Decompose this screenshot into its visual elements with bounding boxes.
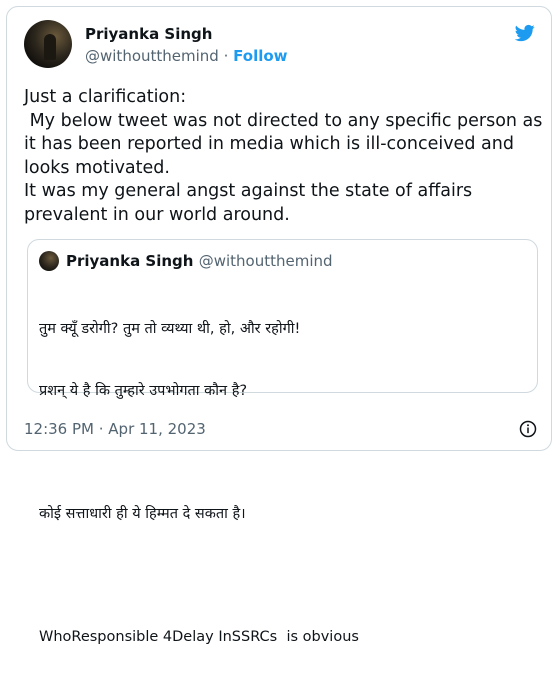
follow-button[interactable]: Follow	[233, 47, 287, 65]
quoted-body: तुम क्यूँ डरोगी? तुम तो व्यथ्या थी, हो, …	[39, 278, 529, 688]
quoted-author: Priyanka Singh @withoutthemind	[66, 252, 333, 270]
quoted-line: प्रशन् ये है कि तुम्हारे उपभोगता कौन है?	[39, 382, 248, 399]
quoted-author-handle: @withoutthemind	[198, 252, 333, 270]
author-name[interactable]: Priyanka Singh	[85, 25, 212, 43]
author-handle-row: @withoutthemind · Follow	[85, 47, 288, 65]
author-handle[interactable]: @withoutthemind	[85, 47, 219, 65]
twitter-bird-icon[interactable]	[513, 23, 537, 43]
quoted-line: कोई सत्ताधारी ही ये हिम्मत दे सकता है।	[39, 505, 246, 522]
quoted-line: तुम क्यूँ डरोगी? तुम तो व्यथ्या थी, हो, …	[39, 321, 301, 337]
quoted-avatar	[39, 251, 59, 271]
info-icon[interactable]	[519, 420, 537, 438]
quoted-line: WhoResponsible 4Delay InSSRCs is obvious	[39, 628, 359, 645]
quoted-line	[39, 565, 529, 586]
tweet-body: Just a clarification: My below tweet was…	[24, 87, 543, 225]
quoted-author-name: Priyanka Singh	[66, 252, 194, 270]
tweet-card: Priyanka Singh @withoutthemind · Follow …	[6, 6, 552, 645]
quoted-line	[39, 442, 529, 463]
tweet-timestamp[interactable]: 12:36 PM · Apr 11, 2023	[24, 420, 206, 438]
dot-separator: ·	[218, 47, 234, 65]
author-avatar[interactable]	[24, 20, 72, 68]
quoted-tweet[interactable]: Priyanka Singh @withoutthemind तुम क्यूँ…	[27, 239, 538, 645]
